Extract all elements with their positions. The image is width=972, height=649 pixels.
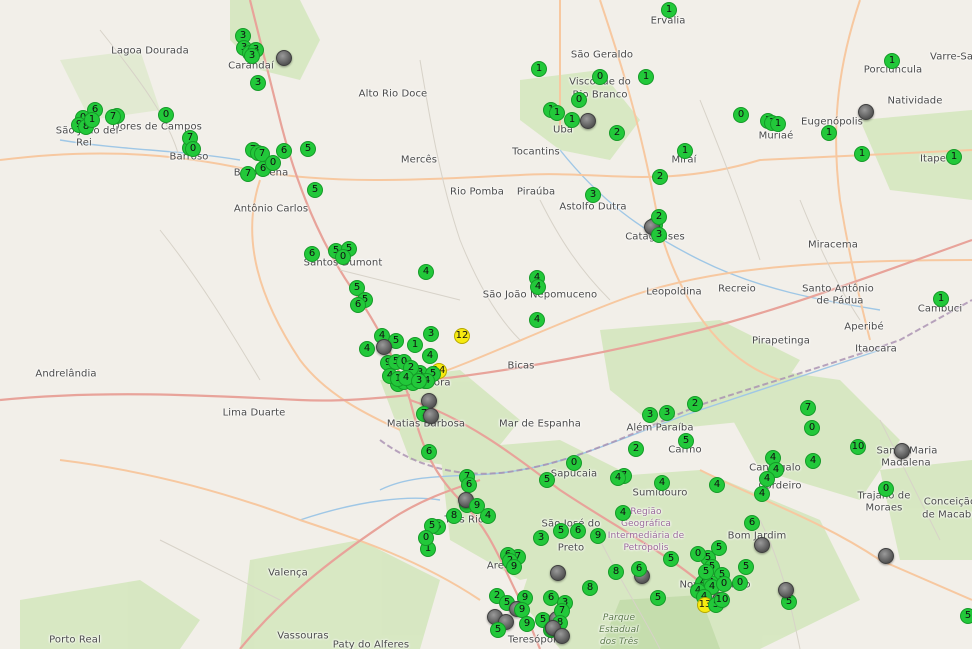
count-marker-green[interactable]: 4 bbox=[759, 471, 775, 487]
count-marker-green[interactable]: 1 bbox=[549, 105, 565, 121]
count-marker-green[interactable]: 1 bbox=[638, 69, 654, 85]
count-marker-green[interactable]: 4 bbox=[422, 348, 438, 364]
count-marker-green[interactable]: 1 bbox=[564, 112, 580, 128]
count-marker-green[interactable]: 0 bbox=[335, 249, 351, 265]
count-marker-green[interactable]: 0 bbox=[566, 455, 582, 471]
count-marker-green[interactable]: 5 bbox=[490, 622, 506, 638]
count-marker-green[interactable]: 8 bbox=[582, 580, 598, 596]
count-marker-green[interactable]: 3 bbox=[411, 373, 427, 389]
cluster-marker-gray[interactable] bbox=[858, 104, 874, 120]
count-marker-green[interactable]: 1 bbox=[821, 125, 837, 141]
count-marker-green[interactable]: 2 bbox=[687, 396, 703, 412]
count-marker-green[interactable]: 8 bbox=[608, 564, 624, 580]
count-marker-green[interactable]: 3 bbox=[651, 227, 667, 243]
count-marker-green[interactable]: 10 bbox=[714, 592, 730, 608]
cluster-marker-gray[interactable] bbox=[754, 537, 770, 553]
cluster-marker-gray[interactable] bbox=[276, 50, 292, 66]
count-marker-green[interactable]: 0 bbox=[804, 420, 820, 436]
count-marker-green[interactable]: 6 bbox=[744, 515, 760, 531]
count-marker-green[interactable]: 7 bbox=[240, 166, 256, 182]
count-marker-green[interactable]: 0 bbox=[571, 92, 587, 108]
count-marker-green[interactable]: 0 bbox=[158, 107, 174, 123]
count-marker-green[interactable]: 2 bbox=[652, 169, 668, 185]
map-base-layer bbox=[0, 0, 972, 649]
count-marker-green[interactable]: 6 bbox=[421, 444, 437, 460]
count-marker-green[interactable]: 1 bbox=[884, 53, 900, 69]
count-marker-green[interactable]: 1 bbox=[854, 146, 870, 162]
count-marker-green[interactable]: 4 bbox=[418, 264, 434, 280]
count-marker-green[interactable]: 9 bbox=[469, 498, 485, 514]
count-marker-green[interactable]: 1 bbox=[531, 61, 547, 77]
count-marker-green[interactable]: 0 bbox=[690, 546, 706, 562]
count-marker-green[interactable]: 2 bbox=[651, 209, 667, 225]
count-marker-green[interactable]: 9 bbox=[506, 559, 522, 575]
count-marker-green[interactable]: 1 bbox=[770, 116, 786, 132]
count-marker-green[interactable]: 0 bbox=[418, 530, 434, 546]
count-marker-green[interactable]: 5 bbox=[663, 551, 679, 567]
count-marker-green[interactable]: 3 bbox=[250, 75, 266, 91]
count-marker-green[interactable]: 7 bbox=[105, 109, 121, 125]
count-marker-green[interactable]: 5 bbox=[960, 608, 972, 624]
count-marker-green[interactable]: 4 bbox=[615, 505, 631, 521]
cluster-marker-gray[interactable] bbox=[550, 565, 566, 581]
count-marker-green[interactable]: 4 bbox=[610, 470, 626, 486]
count-marker-green[interactable]: 0 bbox=[265, 155, 281, 171]
count-marker-green[interactable]: 4 bbox=[530, 279, 546, 295]
count-marker-green[interactable]: 5 bbox=[698, 564, 714, 580]
count-marker-green[interactable]: 6 bbox=[570, 523, 586, 539]
count-marker-green[interactable]: 3 bbox=[642, 407, 658, 423]
count-marker-green[interactable]: 5 bbox=[539, 472, 555, 488]
cluster-marker-gray[interactable] bbox=[423, 408, 439, 424]
cluster-marker-gray[interactable] bbox=[554, 628, 570, 644]
cluster-marker-gray[interactable] bbox=[778, 582, 794, 598]
count-marker-green[interactable]: 5 bbox=[553, 523, 569, 539]
count-marker-green[interactable]: 2 bbox=[609, 125, 625, 141]
count-marker-green[interactable]: 4 bbox=[805, 453, 821, 469]
count-marker-green[interactable]: 5 bbox=[300, 141, 316, 157]
count-marker-green[interactable]: 5 bbox=[307, 182, 323, 198]
count-marker-green[interactable]: 0 bbox=[733, 107, 749, 123]
count-marker-green[interactable]: 2 bbox=[628, 441, 644, 457]
count-marker-green[interactable]: 6 bbox=[304, 246, 320, 262]
count-marker-green[interactable]: 6 bbox=[461, 477, 477, 493]
count-marker-green[interactable]: 1 bbox=[933, 291, 949, 307]
count-marker-green[interactable]: 4 bbox=[529, 312, 545, 328]
count-marker-green[interactable]: 4 bbox=[709, 477, 725, 493]
count-marker-green[interactable]: 1 bbox=[661, 2, 677, 18]
cluster-marker-gray[interactable] bbox=[376, 339, 392, 355]
count-marker-green[interactable]: 10 bbox=[850, 439, 866, 455]
count-marker-green[interactable]: 1 bbox=[407, 337, 423, 353]
count-marker-green[interactable]: 1 bbox=[946, 149, 962, 165]
count-marker-green[interactable]: 4 bbox=[654, 475, 670, 491]
count-marker-green[interactable]: 0 bbox=[732, 575, 748, 591]
count-marker-green[interactable]: 5 bbox=[650, 590, 666, 606]
count-marker-green[interactable]: 6 bbox=[631, 561, 647, 577]
count-marker-green[interactable]: 0 bbox=[878, 481, 894, 497]
count-marker-green[interactable]: 5 bbox=[711, 540, 727, 556]
count-marker-green[interactable]: 3 bbox=[659, 405, 675, 421]
count-marker-green[interactable]: 4 bbox=[754, 486, 770, 502]
count-marker-green[interactable]: 6 bbox=[350, 297, 366, 313]
count-marker-green[interactable]: 7 bbox=[800, 400, 816, 416]
count-marker-green[interactable]: 9 bbox=[590, 528, 606, 544]
count-marker-green[interactable]: 0 bbox=[592, 69, 608, 85]
count-marker-green[interactable]: 0 bbox=[716, 576, 732, 592]
count-marker-green[interactable]: 9 bbox=[519, 616, 535, 632]
count-marker-green[interactable]: 4 bbox=[359, 341, 375, 357]
count-marker-green[interactable]: 8 bbox=[446, 508, 462, 524]
count-marker-green[interactable]: 3 bbox=[423, 326, 439, 342]
count-marker-yellow[interactable]: 12 bbox=[454, 328, 470, 344]
cluster-marker-gray[interactable] bbox=[580, 113, 596, 129]
map-view[interactable]: Lagoa Dourada Carandaí Alto Rio Doce São Ge… bbox=[0, 0, 972, 649]
count-marker-green[interactable]: 3 bbox=[533, 530, 549, 546]
count-marker-green[interactable]: 5 bbox=[738, 559, 754, 575]
cluster-marker-gray[interactable] bbox=[878, 548, 894, 564]
count-marker-green[interactable]: 3 bbox=[585, 187, 601, 203]
count-marker-green[interactable]: 1 bbox=[84, 112, 100, 128]
cluster-marker-gray[interactable] bbox=[894, 443, 910, 459]
count-marker-green[interactable]: 3 bbox=[244, 48, 260, 64]
count-marker-green[interactable]: 5 bbox=[678, 433, 694, 449]
count-marker-green[interactable]: 1 bbox=[677, 143, 693, 159]
count-marker-green[interactable]: 0 bbox=[185, 141, 201, 157]
